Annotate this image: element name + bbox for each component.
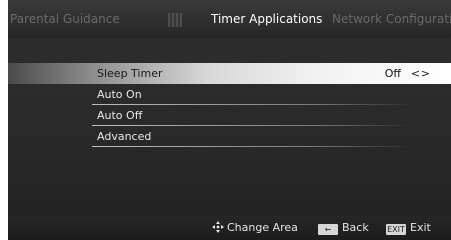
exit-label: Exit: [410, 221, 431, 234]
back-label: Back: [342, 221, 369, 234]
menu-item-auto-on[interactable]: Auto On: [8, 84, 451, 105]
settings-screen: Parental Guidance Timer Applications Net…: [8, 0, 451, 240]
sleep-timer-value: Off: [384, 67, 401, 80]
menu-item-label: Auto On: [97, 88, 142, 101]
back-key-icon: ←: [318, 224, 338, 235]
tab-timer-applications[interactable]: Timer Applications: [211, 12, 322, 26]
menu-item-sleep-timer[interactable]: Sleep Timer Off < >: [8, 63, 451, 84]
change-area-label: Change Area: [227, 221, 298, 234]
menu-item-label: Sleep Timer: [97, 67, 163, 80]
menu-item-auto-off[interactable]: Auto Off: [8, 105, 451, 126]
dpad-icon: [212, 221, 224, 233]
menu-item-label: Advanced: [97, 130, 152, 143]
tab-parental-guidance[interactable]: Parental Guidance: [10, 12, 120, 26]
timer-icon: [168, 13, 182, 27]
tab-bar: Parental Guidance Timer Applications Net…: [8, 0, 451, 38]
exit-key-icon: EXIT: [386, 224, 406, 235]
menu-item-advanced[interactable]: Advanced: [8, 126, 451, 147]
timer-menu: Sleep Timer Off < > Auto On Auto Off Adv…: [8, 63, 451, 147]
chevron-left-icon[interactable]: <: [411, 63, 420, 84]
menu-divider: [92, 146, 411, 147]
tab-network-configuration[interactable]: Network Configuration: [332, 12, 451, 26]
menu-item-label: Auto Off: [97, 109, 143, 122]
back-hint: ← Back: [318, 221, 369, 235]
exit-hint: EXIT Exit: [386, 221, 431, 235]
hint-bar: Change Area ← Back EXIT Exit: [8, 216, 451, 240]
chevron-right-icon[interactable]: >: [421, 63, 430, 84]
change-area-hint: Change Area: [212, 221, 298, 234]
